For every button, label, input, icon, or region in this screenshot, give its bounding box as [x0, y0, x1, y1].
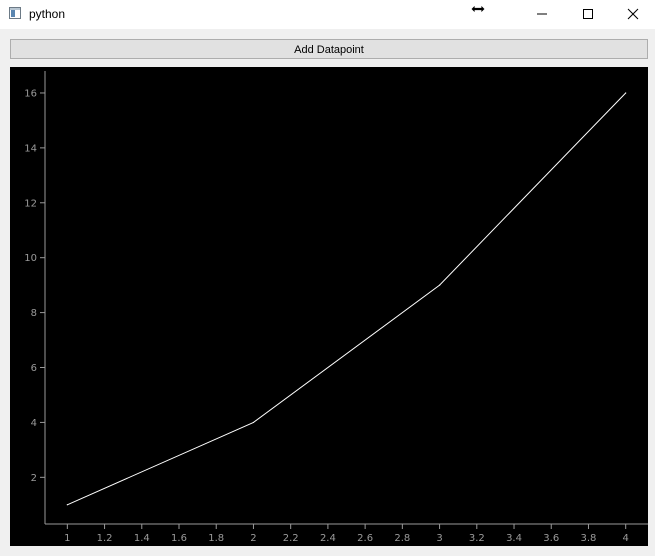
- x-tick-label: 2.4: [320, 533, 336, 544]
- y-tick-label: 4: [31, 418, 37, 429]
- data-point: [438, 284, 441, 286]
- x-tick-label: 3: [436, 533, 442, 544]
- x-tick-label: 1: [64, 533, 70, 544]
- maximize-icon: [583, 9, 593, 19]
- x-tick-label: 1.2: [97, 533, 113, 544]
- x-tick-label: 3.8: [581, 533, 597, 544]
- y-tick-label: 12: [24, 198, 37, 209]
- add-datapoint-button[interactable]: Add Datapoint: [10, 39, 648, 59]
- x-tick-label: 1.6: [171, 533, 187, 544]
- x-tick-label: 2: [250, 533, 256, 544]
- series-line-0: [67, 92, 627, 506]
- x-tick-label: 3.2: [469, 533, 485, 544]
- x-tick-label: 3.4: [506, 533, 522, 544]
- close-button[interactable]: [610, 0, 655, 29]
- close-icon: [627, 8, 639, 20]
- x-tick-label: 2.6: [357, 533, 373, 544]
- data-point: [66, 504, 68, 506]
- maximize-button[interactable]: [565, 0, 611, 29]
- x-tick-label: 1.4: [134, 533, 150, 544]
- title-bar[interactable]: python: [0, 0, 655, 29]
- x-tick-label: 3.6: [543, 533, 559, 544]
- data-point: [252, 421, 255, 424]
- y-tick-label: 14: [24, 143, 37, 154]
- line-chart[interactable]: 1 1.2 1.4 1.6 1.8 2 2.2 2.4 2.6 2.8 3 3.2 3.4 3.6 3.8 4…: [10, 67, 648, 546]
- python-window-icon: [9, 7, 21, 19]
- horizontal-resize-cursor-icon: [470, 4, 486, 14]
- y-tick-label: 16: [24, 88, 37, 99]
- window-title: python: [29, 7, 66, 21]
- y-tick-label: 2: [31, 473, 37, 484]
- x-tick-label: 2.2: [283, 533, 299, 544]
- y-tick-label: 10: [24, 253, 37, 264]
- x-tick-label: 4: [623, 533, 629, 544]
- x-tick-label: 1.8: [208, 533, 224, 544]
- minimize-icon: [537, 13, 547, 15]
- y-tick-label: 8: [31, 308, 37, 319]
- app-window: python Add Datapoint 1 1.2 1.4 1.6 1.8 2 2.2 2.…: [0, 0, 655, 556]
- data-point: [625, 92, 627, 94]
- minimize-button[interactable]: [519, 0, 565, 29]
- y-tick-label: 6: [31, 363, 37, 374]
- x-tick-label: 2.8: [394, 533, 410, 544]
- plot-area[interactable]: 1 1.2 1.4 1.6 1.8 2 2.2 2.4 2.6 2.8 3 3.2 3.4 3.6 3.8 4…: [10, 67, 648, 546]
